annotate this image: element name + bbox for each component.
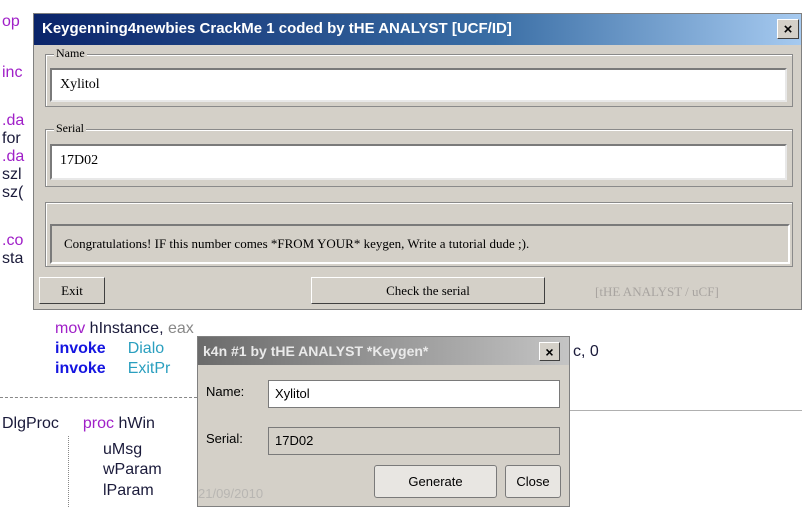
code-line-mov: mov hInstance, eax bbox=[55, 320, 194, 338]
code-text: Dialo bbox=[127, 340, 165, 357]
code-param: wParam bbox=[103, 461, 162, 478]
crackme-title-bar[interactable]: Keygenning4newbies CrackMe 1 coded by tH… bbox=[34, 14, 801, 45]
code-text: ExitPr bbox=[127, 360, 171, 377]
code-keyword: invoke bbox=[55, 340, 106, 357]
keygen-serial-label: Serial: bbox=[206, 431, 243, 446]
check-serial-button[interactable]: Check the serial bbox=[311, 277, 545, 304]
build-date: 21/09/2010 bbox=[198, 486, 264, 501]
code-keyword: mov bbox=[55, 320, 86, 337]
status-message: Congratulations! IF this number comes *F… bbox=[50, 224, 790, 264]
exit-button[interactable]: Exit bbox=[39, 277, 105, 304]
code-divider bbox=[570, 410, 802, 411]
serial-group-label: Serial bbox=[54, 121, 86, 136]
code-fragment: inc bbox=[2, 64, 23, 81]
code-text: hInstance, bbox=[85, 320, 168, 337]
keygen-title: k4n #1 by tHE ANALYST *Keygen* bbox=[203, 343, 429, 359]
close-icon[interactable]: × bbox=[539, 342, 560, 361]
name-group-label: Name bbox=[54, 46, 87, 61]
code-keyword: invoke bbox=[55, 360, 106, 377]
code-label: DlgProc bbox=[2, 415, 59, 432]
code-fragment: op bbox=[2, 13, 20, 30]
name-field[interactable]: Xylitol bbox=[50, 68, 787, 102]
code-divider bbox=[0, 397, 197, 398]
code-fragment: .co bbox=[2, 232, 24, 249]
code-indent-guide bbox=[68, 436, 69, 507]
credit-label: [tHE ANALYST / uCF] bbox=[595, 284, 719, 299]
code-line-invoke: invoke Dialo bbox=[55, 340, 164, 358]
keygen-window: k4n #1 by tHE ANALYST *Keygen* × Name: X… bbox=[197, 336, 570, 507]
code-param: lParam bbox=[103, 482, 154, 499]
keygen-name-input[interactable]: Xylitol bbox=[268, 380, 560, 408]
close-icon[interactable]: × bbox=[777, 19, 799, 39]
code-fragment: for bbox=[2, 130, 21, 147]
keygen-title-bar[interactable]: k4n #1 by tHE ANALYST *Keygen* × bbox=[198, 337, 569, 365]
generate-button[interactable]: Generate bbox=[374, 465, 497, 498]
close-button[interactable]: Close bbox=[505, 465, 561, 498]
code-text: hWin bbox=[114, 415, 155, 432]
code-fragment: szl bbox=[2, 166, 22, 183]
code-fragment: .da bbox=[2, 148, 25, 165]
code-text-tail: c, 0 bbox=[573, 343, 599, 360]
code-register: eax bbox=[167, 320, 194, 337]
code-line-proc: DlgProc proc hWin bbox=[2, 415, 155, 433]
code-fragment: sta bbox=[2, 250, 24, 267]
serial-field[interactable]: 17D02 bbox=[50, 144, 787, 180]
code-fragment: sz( bbox=[2, 184, 24, 201]
code-line-invoke: invoke ExitPr bbox=[55, 360, 170, 378]
code-param: uMsg bbox=[103, 441, 143, 458]
crackme-window: Keygenning4newbies CrackMe 1 coded by tH… bbox=[33, 13, 802, 310]
keygen-serial-output[interactable]: 17D02 bbox=[268, 427, 560, 455]
code-fragment: .da bbox=[2, 112, 25, 129]
keygen-name-label: Name: bbox=[206, 384, 245, 399]
crackme-title: Keygenning4newbies CrackMe 1 coded by tH… bbox=[42, 20, 512, 37]
code-keyword: proc bbox=[82, 415, 115, 432]
